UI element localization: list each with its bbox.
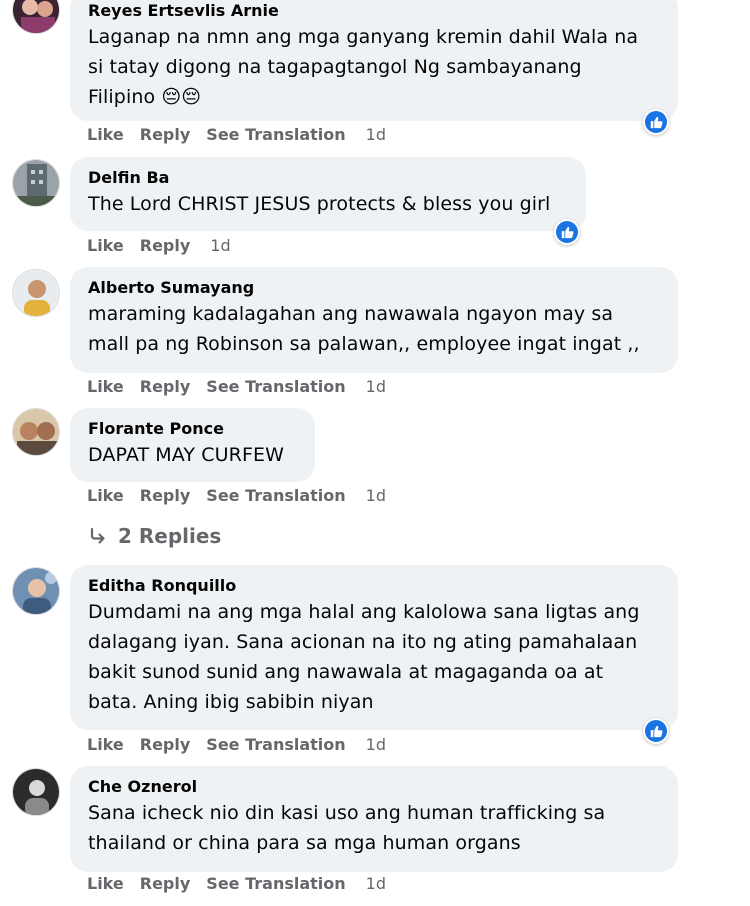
- comment-text-line: Sana icheck nio din kasi uso ang human t…: [88, 802, 606, 824]
- reply-button[interactable]: Reply: [140, 485, 191, 507]
- comment-author[interactable]: Reyes Ertsevlis Arnie: [88, 0, 660, 22]
- comment-actions: Like Reply See Translation 1d: [87, 734, 402, 756]
- see-translation-link[interactable]: See Translation: [206, 376, 345, 398]
- reply-button[interactable]: Reply: [140, 124, 191, 146]
- comment-author[interactable]: Florante Ponce: [88, 418, 297, 440]
- reply-button[interactable]: Reply: [140, 873, 191, 895]
- comment-bubble: Alberto Sumayang maraming kadalagahan an…: [70, 267, 678, 373]
- comment-text-line: dalagang iyan. Sana acionan na ito ng at…: [88, 631, 638, 653]
- comment-text-line: thailand or china para sa mga human orga…: [88, 832, 521, 854]
- avatar[interactable]: [12, 0, 60, 34]
- comment-actions: Like Reply See Translation 1d: [87, 873, 402, 895]
- reaction-count[interactable]: [554, 219, 580, 245]
- avatar[interactable]: [12, 567, 60, 615]
- reaction-count[interactable]: [643, 109, 669, 135]
- comment-timestamp[interactable]: 1d: [210, 235, 230, 257]
- like-icon: [645, 720, 667, 742]
- like-button[interactable]: Like: [87, 376, 124, 398]
- comment-text-line: The Lord CHRIST JESUS protects & bless y…: [88, 193, 551, 215]
- comment-text-line: si tatay digong na tagapagtangol Ng samb…: [88, 56, 582, 78]
- comment-actions: Like Reply 1d: [87, 235, 247, 257]
- comment-text-line: DAPAT MAY CURFEW: [88, 444, 284, 466]
- comment-timestamp[interactable]: 1d: [366, 376, 386, 398]
- comment-text-line: Filipino 😔😔: [88, 86, 202, 108]
- comment-bubble: Editha Ronquillo Dumdami na ang mga hala…: [70, 565, 678, 730]
- comment-actions: Like Reply See Translation 1d: [87, 485, 402, 507]
- comment-bubble: Reyes Ertsevlis Arnie Laganap na nmn ang…: [70, 0, 678, 121]
- reply-button[interactable]: Reply: [140, 376, 191, 398]
- comment-timestamp[interactable]: 1d: [366, 873, 386, 895]
- see-translation-link[interactable]: See Translation: [206, 124, 345, 146]
- avatar[interactable]: [12, 159, 60, 207]
- comment-author[interactable]: Che Oznerol: [88, 776, 660, 798]
- reaction-count[interactable]: [643, 718, 669, 744]
- comments-feed: Reyes Ertsevlis Arnie Laganap na nmn ang…: [0, 0, 750, 906]
- comment-text-line: bata. Aning ibig sabibin niyan: [88, 691, 374, 713]
- comment-actions: Like Reply See Translation 1d: [87, 376, 402, 398]
- like-button[interactable]: Like: [87, 485, 124, 507]
- comment-text-line: maraming kadalagahan ang nawawala ngayon…: [88, 303, 614, 325]
- reply-button[interactable]: Reply: [140, 734, 191, 756]
- comment-bubble: Delfin Ba The Lord CHRIST JESUS protects…: [70, 157, 586, 231]
- like-icon: [645, 111, 667, 133]
- comment-actions: Like Reply See Translation 1d: [87, 124, 402, 146]
- avatar[interactable]: [12, 408, 60, 456]
- comment-author[interactable]: Delfin Ba: [88, 167, 568, 189]
- avatar[interactable]: [12, 269, 60, 317]
- comment-text-line: bakit sunod sunid ang nawawala at magaga…: [88, 661, 604, 683]
- like-button[interactable]: Like: [87, 734, 124, 756]
- like-button[interactable]: Like: [87, 124, 124, 146]
- comment-timestamp[interactable]: 1d: [366, 734, 386, 756]
- like-button[interactable]: Like: [87, 235, 124, 257]
- comment-timestamp[interactable]: 1d: [366, 124, 386, 146]
- comment-author[interactable]: Editha Ronquillo: [88, 575, 660, 597]
- see-translation-link[interactable]: See Translation: [206, 734, 345, 756]
- comment-text-line: Dumdami na ang mga halal ang kalolowa sa…: [88, 601, 640, 623]
- see-translation-link[interactable]: See Translation: [206, 485, 345, 507]
- replies-count[interactable]: 2 Replies: [118, 524, 221, 548]
- comment-timestamp[interactable]: 1d: [366, 485, 386, 507]
- like-button[interactable]: Like: [87, 873, 124, 895]
- comment-text-line: mall pa ng Robinson sa palawan,, employe…: [88, 333, 640, 355]
- comment-text-line: Laganap na nmn ang mga ganyang kremin da…: [88, 26, 639, 48]
- comment-bubble: Che Oznerol Sana icheck nio din kasi uso…: [70, 766, 678, 872]
- comment-author[interactable]: Alberto Sumayang: [88, 277, 660, 299]
- reply-arrow-icon: [88, 526, 108, 546]
- comment-bubble: Florante Ponce DAPAT MAY CURFEW: [70, 408, 315, 482]
- see-translation-link[interactable]: See Translation: [206, 873, 345, 895]
- reply-button[interactable]: Reply: [140, 235, 191, 257]
- like-icon: [556, 221, 578, 243]
- view-replies-link[interactable]: 2 Replies: [88, 522, 221, 550]
- avatar[interactable]: [12, 768, 60, 816]
